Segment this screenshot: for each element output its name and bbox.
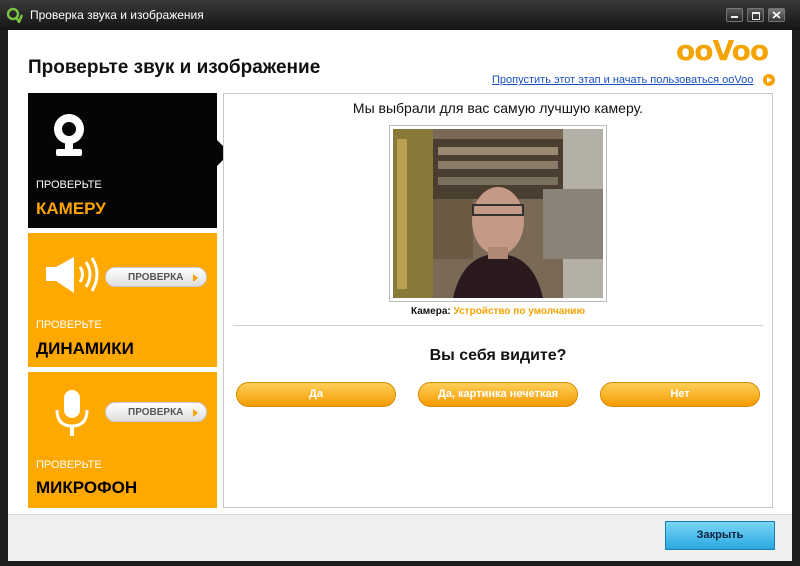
- check-speakers-label: ПРОВЕРКА: [128, 272, 184, 283]
- sidebar-item-camera[interactable]: ПРОВЕРЬТЕ КАМЕРУ: [28, 93, 230, 228]
- webcam-icon: [54, 114, 84, 156]
- camera-label: КАМЕРУ: [36, 199, 106, 218]
- window-title: Проверка звука и изображения: [30, 8, 204, 22]
- yes-blurry-button[interactable]: Да, картинка нечеткая: [418, 382, 578, 407]
- oovoo-app-icon: [7, 7, 23, 23]
- window-frame: [0, 30, 8, 566]
- microphone-icon: [55, 390, 89, 436]
- yes-button[interactable]: Да: [236, 382, 396, 407]
- check-speakers-button[interactable]: ПРОВЕРКА: [105, 267, 207, 287]
- close-button[interactable]: Закрыть: [665, 521, 775, 550]
- sidebar-item-microphone[interactable]: ПРОВЕРКА ПРОВЕРЬТЕ МИКРОФОН: [28, 372, 217, 508]
- maximize-button[interactable]: [747, 8, 764, 22]
- speaker-icon: [46, 257, 99, 293]
- page-title: Проверьте звук и изображение: [28, 57, 321, 78]
- title-bar[interactable]: Проверка звука и изображения: [0, 0, 800, 30]
- dialog-content: Проверьте звук и изображение ooVoo Пропу…: [8, 30, 792, 561]
- camera-test-panel: Мы выбрали для вас самую лучшую камеру.: [223, 93, 773, 508]
- camera-label-top: ПРОВЕРЬТЕ: [36, 179, 102, 191]
- minimize-button[interactable]: [726, 8, 743, 22]
- video-preview-frame: [389, 125, 607, 302]
- camera-device-label: Камера:: [411, 306, 451, 317]
- chevron-right-icon: [193, 274, 198, 282]
- sidebar-item-speakers[interactable]: ПРОВЕРКА ПРОВЕРЬТЕ ДИНАМИКИ: [28, 233, 217, 367]
- camera-headline: Мы выбрали для вас самую лучшую камеру.: [352, 100, 644, 116]
- chevron-right-icon: [193, 409, 198, 417]
- arrow-right-icon[interactable]: [763, 74, 775, 86]
- camera-device-select[interactable]: Устройство по умолчанию: [454, 306, 585, 317]
- skip-setup-link[interactable]: Пропустить этот этап и начать пользовать…: [492, 74, 753, 86]
- dialog-window: Проверка звука и изображения Проверьте з…: [0, 0, 800, 566]
- video-preview-image: [393, 129, 603, 298]
- speakers-label-top: ПРОВЕРЬТЕ: [36, 319, 102, 331]
- no-button[interactable]: Нет: [600, 382, 760, 407]
- microphone-label-top: ПРОВЕРЬТЕ: [36, 459, 102, 471]
- see-yourself-question: Вы себя видите?: [429, 347, 567, 364]
- close-icon: [772, 11, 781, 19]
- close-window-button[interactable]: [768, 8, 785, 22]
- window-frame: [792, 30, 800, 566]
- check-microphone-button[interactable]: ПРОВЕРКА: [105, 402, 207, 422]
- speakers-label: ДИНАМИКИ: [36, 339, 134, 358]
- camera-device-line: Камера: Устройство по умолчанию: [224, 306, 772, 317]
- divider: [233, 325, 763, 326]
- video-preview: [393, 129, 603, 298]
- check-microphone-label: ПРОВЕРКА: [128, 407, 184, 418]
- microphone-label: МИКРОФОН: [36, 478, 138, 497]
- oovoo-logo: ooVoo: [676, 34, 769, 67]
